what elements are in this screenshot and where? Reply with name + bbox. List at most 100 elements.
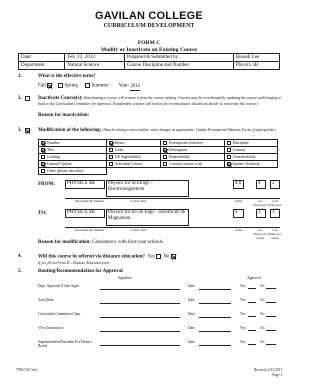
from-lab-hours[interactable]: 2 [270,180,280,189]
mod-option-checkbox[interactable] [163,141,168,146]
modification-options-table: Number Hours Prerequisite/Advisory Discipli… [38,139,279,175]
reason-mod-value[interactable]: Consistency with four-year schools. [92,240,164,245]
approval-no-line[interactable] [266,344,276,345]
signature-line[interactable] [100,303,180,304]
mod-option-label: GE Applicability [114,154,142,159]
to-units[interactable]: 4 [233,209,244,218]
approval-no[interactable]: No [260,326,264,330]
mod-option-checkbox[interactable] [108,141,113,146]
approval-no-line[interactable] [266,302,276,303]
spring-checkbox[interactable] [58,83,64,88]
reason-mod-label: Reason for modification: [38,240,91,245]
course-label: Course Discipline and Number [124,61,234,70]
q4-note: If yes, fill out Form D – Distance Educa… [38,261,110,265]
inactivate-checkbox[interactable] [25,96,30,101]
footer-page: Page 1 [272,373,282,377]
approval-no-line[interactable] [266,330,276,331]
course-value[interactable]: Physics 4B [232,61,281,70]
to-cap-lec: Lec Hours per week [253,228,267,240]
approval-no[interactable]: No [260,340,264,344]
approval-no-line[interactable] [266,316,276,317]
date-line[interactable] [199,317,231,318]
to-discipline[interactable]: PHYSICS 4B [65,209,105,218]
from-discipline[interactable]: PHYSICS 4B [65,180,105,189]
approval-no[interactable]: No [260,298,264,302]
q1-number: 1. [18,74,22,79]
from-units[interactable]: 4.0 [233,180,244,189]
mod-option-checkbox[interactable] [108,162,113,167]
to-cap-disc: Discipline & Number [75,228,105,232]
year-label: Year: [118,83,130,89]
inactivate-checkbox-wrap [25,96,31,103]
from-lec-hours[interactable]: 4 [256,180,266,189]
modify-checkbox[interactable] [25,128,30,133]
date-label: Date [188,326,195,330]
approval-yes-line[interactable] [248,330,256,331]
mod-option-checkbox[interactable] [108,155,113,160]
to-lab-hours[interactable]: 3 [270,209,280,218]
info-table: Date: Feb. 12, 2012 Prepared & Submitted… [17,53,281,70]
dept-value[interactable]: Natural Science [64,61,126,70]
approval-yes[interactable]: Yes [240,326,245,330]
mod-option-checkbox[interactable] [163,148,168,153]
mod-option-checkbox[interactable] [226,141,231,146]
date-line[interactable] [199,331,231,332]
approval-yes-line[interactable] [248,344,256,345]
mod-option-cell: Hours [105,139,162,147]
signature-line[interactable] [100,317,180,318]
date-line[interactable] [199,303,231,304]
approval-no[interactable]: No [260,284,264,288]
fall-checkbox[interactable] [47,83,53,88]
approval-yes[interactable]: Yes [240,312,245,316]
date-line[interactable] [199,345,231,346]
mod-option-checkbox[interactable] [163,155,168,160]
reason-mod-row: Reason for modification: Consistency wit… [38,240,164,246]
approval-yes-line[interactable] [248,316,256,317]
form-page: GAVILAN COLLEGE CURRICULUM DEVELOPMENT F… [0,0,298,386]
approval-no[interactable]: No [260,312,264,316]
signature-line[interactable] [100,345,180,346]
mod-option-checkbox[interactable] [226,148,231,153]
mod-option-label: General Update [47,161,72,166]
mod-option-empty [224,168,277,175]
mod-option-checkbox[interactable] [41,155,45,160]
mod-option-cell: Title [38,146,107,154]
mod-option-checkbox[interactable] [41,148,45,153]
q3-desc: (Attach existing course outline, note ch… [102,128,276,132]
mod-option-cell: Content [223,146,279,154]
de-no-checkbox[interactable] [170,254,176,259]
mod-option-checkbox[interactable] [41,162,45,167]
date-line[interactable] [199,289,231,290]
prepared-value[interactable]: Russell Lee [232,53,281,62]
q4-note-text: If yes, fill out Form D – Distance Educa… [38,261,110,265]
de-yes-checkbox[interactable] [155,254,161,259]
mod-option-checkbox[interactable] [108,148,113,153]
mod-option-cell: Discipline [223,139,279,147]
college-title: GAVILAN COLLEGE [95,10,203,22]
approval-no-line[interactable] [266,288,276,289]
from-course-title[interactable]: Physics for Sci/Engr – Electromagnetism [106,180,189,197]
fall-label: Fall [38,83,46,89]
mod-option-checkbox[interactable] [226,162,231,167]
date-value[interactable]: Feb. 12, 2012 [64,53,126,62]
summer-checkbox[interactable] [85,83,91,88]
to-lec-hours[interactable]: 3 [256,209,266,218]
signature-header: Signature [118,276,132,280]
approval-yes[interactable]: Yes [240,340,245,344]
to-course-title[interactable]: Physics for Sci & Engr – Electricity & M… [106,209,189,226]
approval-yes[interactable]: Yes [240,298,245,302]
mod-option-checkbox[interactable] [226,155,231,160]
mod-option-cell: Number [38,139,107,147]
signature-line[interactable] [100,331,180,332]
mod-option-cell: Repeatability [160,153,225,161]
mod-option-label: Articulate Course [114,161,143,166]
signature-line[interactable] [100,289,180,290]
mod-option-checkbox[interactable] [41,141,45,146]
approval-yes-line[interactable] [248,288,256,289]
approval-yes-line[interactable] [248,302,256,303]
year-value[interactable]: 2012 [130,84,141,91]
mod-option-checkbox[interactable] [41,169,45,174]
approval-yes[interactable]: Yes [240,284,245,288]
mod-option-checkbox[interactable] [163,162,168,167]
routing-label: VP of Instruction [38,326,63,330]
